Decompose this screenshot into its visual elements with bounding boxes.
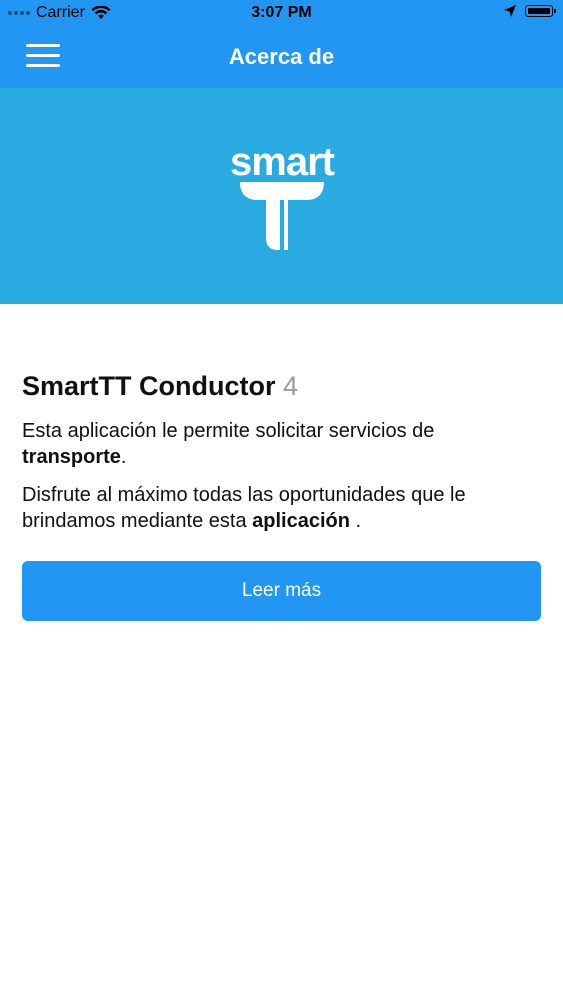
para1-bold: transporte (22, 446, 121, 468)
description-paragraph-1: Esta aplicación le permite solicitar ser… (22, 418, 542, 470)
status-bar: Carrier 3:07 PM (0, 0, 563, 28)
app-name: SmartTT Conductor (22, 371, 276, 401)
about-screen: Carrier 3:07 PM Acerca de smart SmartTT … (0, 0, 563, 1000)
app-logo: smart (220, 142, 344, 254)
page-title: Acerca de (228, 44, 335, 69)
para2-bold: aplicación (252, 510, 350, 532)
navigation-bar: Acerca de (0, 28, 563, 88)
top-bar: Carrier 3:07 PM Acerca de (0, 0, 563, 88)
app-version: 4 (283, 371, 299, 401)
status-time: 3:07 PM (251, 4, 312, 21)
location-arrow-icon (504, 5, 516, 17)
app-title: SmartTT Conductor 4 (22, 370, 542, 402)
hero-banner: smart (0, 88, 563, 304)
battery-icon (525, 5, 556, 17)
about-content: SmartTT Conductor 4 Esta aplicación le p… (22, 370, 542, 534)
para2-text: Disfrute al máximo todas las oportunidad… (22, 484, 466, 532)
tt-logo-icon (240, 182, 324, 250)
description-paragraph-2: Disfrute al máximo todas las oportunidad… (22, 482, 542, 534)
para1-text: Esta aplicación le permite solicitar ser… (22, 420, 435, 442)
para2-end: . (349, 510, 362, 532)
read-more-button[interactable]: Leer más (22, 561, 541, 621)
para1-end: . (120, 446, 127, 468)
status-right (503, 4, 556, 18)
